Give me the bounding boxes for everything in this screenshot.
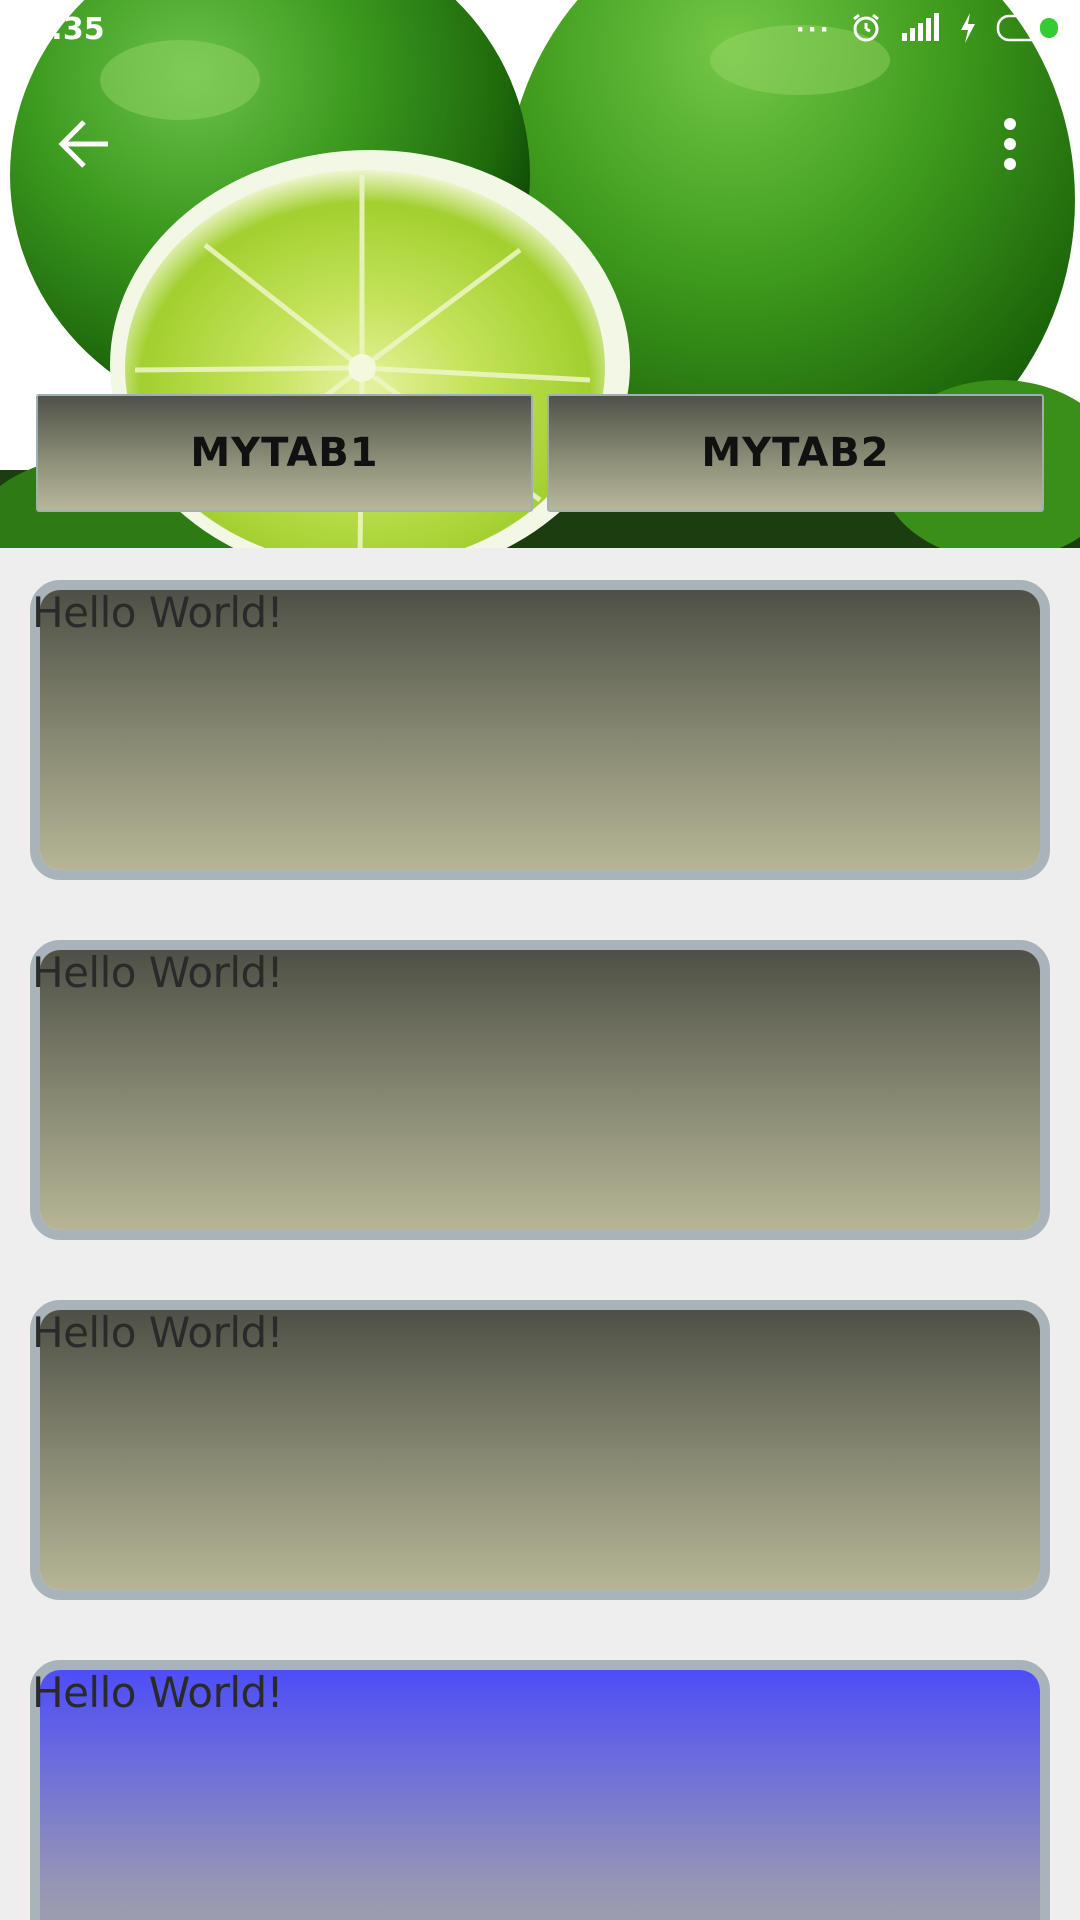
overflow-menu-icon [1004, 118, 1016, 170]
more-dots-icon: ··· [796, 13, 832, 46]
list-card[interactable]: Hello World! [30, 1300, 1050, 1600]
charging-icon [958, 12, 978, 49]
arrow-left-icon [58, 120, 108, 168]
back-button[interactable] [40, 108, 130, 180]
card-text: Hello World! [32, 1668, 284, 1717]
overflow-menu-button[interactable] [980, 108, 1040, 180]
tab-mytab1[interactable]: MYTAB1 [36, 394, 533, 512]
tab-label: MYTAB2 [701, 430, 890, 476]
tab-bar: MYTAB1 MYTAB2 [36, 394, 1044, 512]
list-card[interactable]: Hello World! [30, 1660, 1050, 1920]
list-card[interactable]: Hello World! [30, 580, 1050, 880]
card-text: Hello World! [32, 1308, 284, 1357]
card-text: Hello World! [32, 588, 284, 637]
alarm-icon [850, 12, 882, 49]
signal-icon [900, 12, 940, 48]
status-icons: ··· [796, 10, 1060, 50]
tab-mytab2[interactable]: MYTAB2 [547, 394, 1044, 512]
list-card[interactable]: Hello World! [30, 940, 1050, 1240]
card-list[interactable]: Hello World! Hello World! Hello World! H… [0, 548, 1080, 1920]
battery-icon [996, 13, 1060, 48]
tab-label: MYTAB1 [190, 430, 379, 476]
collapsing-header: 1:35 ··· MYTAB1 MYTAB2 [0, 0, 1080, 548]
card-text: Hello World! [32, 948, 284, 997]
status-time: 1:35 [30, 12, 105, 47]
status-bar: 1:35 ··· [0, 0, 1080, 60]
